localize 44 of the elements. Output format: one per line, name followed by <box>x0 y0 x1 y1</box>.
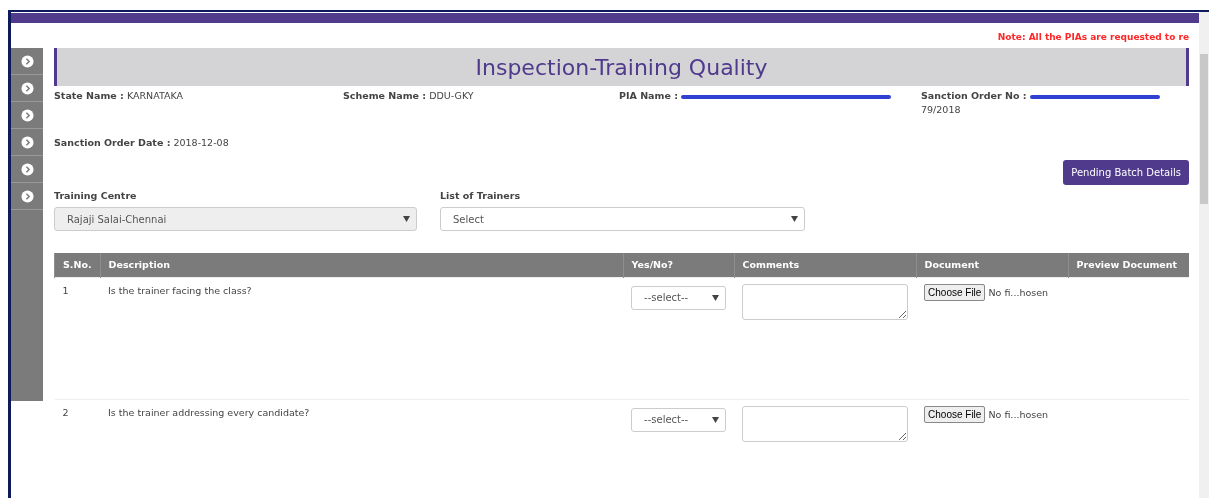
answer-select[interactable]: --select-- <box>631 285 727 310</box>
choose-file-button[interactable]: Choose File <box>924 283 986 301</box>
info-label: Sanction Order Date : <box>54 136 171 148</box>
info-label: PIA Name : <box>619 90 678 101</box>
info-label: Sanction Order No : <box>921 90 1027 101</box>
table-cell: Is the trainer facing the class? <box>100 277 624 399</box>
file-status-text: No fi...hosen <box>988 286 1049 298</box>
info-label: Scheme Name : <box>343 90 427 101</box>
table-cell: 1 <box>54 277 101 399</box>
scrollbar[interactable] <box>1199 12 1209 498</box>
info-value: 79/2018 <box>921 103 962 118</box>
info-value: KARNATAKA <box>126 90 184 101</box>
chevron-circle-icon[interactable] <box>20 189 34 203</box>
table-cell: 2 <box>54 399 101 498</box>
column-header: S.No. <box>54 253 101 277</box>
column-header: Preview Document <box>1068 253 1189 277</box>
chevron-circle-icon[interactable] <box>20 54 34 68</box>
info-value: DDU-GKY <box>429 90 474 101</box>
info-label: State Name : <box>54 90 124 101</box>
column-header: Description <box>100 253 624 277</box>
caret-icon <box>712 294 720 301</box>
file-status-text: No fi...hosen <box>988 408 1049 420</box>
chevron-circle-icon[interactable] <box>20 81 34 95</box>
column-header: Comments <box>734 253 917 277</box>
field-label: List of Trainers <box>440 188 522 203</box>
comments-field[interactable] <box>742 405 909 442</box>
table-cell: Is the trainer addressing every candidate? <box>100 399 624 498</box>
choose-file-button[interactable]: Choose File <box>924 405 986 423</box>
pending-batch-details-button[interactable]: Pending Batch Details <box>1063 159 1189 185</box>
page-title: Inspection-Training Quality <box>475 54 768 80</box>
answer-select[interactable]: --select-- <box>631 407 727 432</box>
column-header: Yes/No? <box>623 253 735 277</box>
info-value: 2018-12-08 <box>173 136 229 148</box>
chevron-circle-icon[interactable] <box>20 108 34 122</box>
chevron-circle-icon[interactable] <box>20 162 34 176</box>
column-header: Document <box>916 253 1069 277</box>
caret-icon <box>712 416 720 423</box>
notice-text: Note: All the PIAs are requested to re <box>996 31 1189 44</box>
chevron-circle-icon[interactable] <box>20 135 34 149</box>
comments-field[interactable] <box>742 283 909 320</box>
trainers-select[interactable]: Select <box>440 207 805 231</box>
caret-icon <box>403 216 410 222</box>
field-label: Training Centre <box>54 188 138 203</box>
caret-icon <box>791 216 798 222</box>
